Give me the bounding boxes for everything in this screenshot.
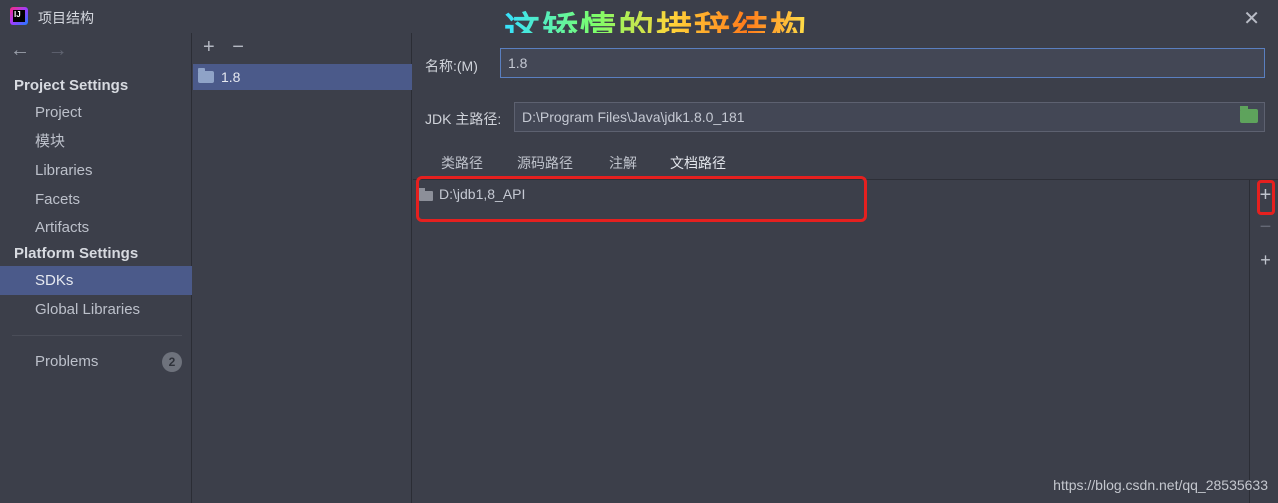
project-settings-header: Project Settings <box>14 77 129 94</box>
add-button-annotation-box <box>1257 180 1275 215</box>
remove-path-button[interactable]: − <box>1253 216 1278 239</box>
nav-item-facets[interactable]: Facets <box>0 185 192 214</box>
folder-browse-icon[interactable] <box>1240 106 1258 123</box>
add-sdk-button[interactable]: + <box>203 36 215 58</box>
add-url-button[interactable]: + <box>1253 250 1278 271</box>
sdk-detail-panel: 名称:(M) 1.8 JDK 主路径: D:\Program Files\Jav… <box>413 33 1278 503</box>
sdk-folder-icon <box>198 68 214 83</box>
nav-item-global-libraries[interactable]: Global Libraries <box>0 295 192 324</box>
jdk-home-path-text: D:\Program Files\Java\jdk1.8.0_181 <box>522 109 745 125</box>
problems-count-badge: 2 <box>162 352 182 372</box>
nav-item-modules[interactable]: 模块 <box>0 127 192 156</box>
doc-paths-list[interactable]: D:\jdb1,8_API <box>413 180 1250 503</box>
history-nav: ← → <box>10 39 80 62</box>
settings-nav-panel: ← → Project Settings Project 模块 Librarie… <box>0 33 192 503</box>
jdk-home-label: JDK 主路径: <box>425 111 502 127</box>
problems-label: Problems <box>35 353 99 370</box>
source-watermark: https://blog.csdn.net/qq_28535633 <box>1053 477 1268 493</box>
tab-sourcepath[interactable]: 源码路径 <box>517 151 573 179</box>
intellij-logo-icon: IJ <box>10 7 28 25</box>
nav-item-libraries[interactable]: Libraries <box>0 156 192 185</box>
back-arrow-icon[interactable]: ← <box>10 39 30 61</box>
title-bar: IJ 项目结构 这矫情的措辞结构 ✕ <box>0 0 1278 50</box>
nav-item-artifacts[interactable]: Artifacts <box>0 213 192 242</box>
platform-settings-header: Platform Settings <box>14 245 139 262</box>
sdk-list-panel: + − 1.8 <box>193 33 412 503</box>
tab-classpath[interactable]: 类路径 <box>441 151 483 179</box>
highlight-annotation-box <box>416 176 867 222</box>
forward-arrow-icon[interactable]: → <box>48 39 68 61</box>
window-title: 项目结构 <box>38 10 94 26</box>
tab-documentation-paths[interactable]: 文档路径 <box>670 151 726 179</box>
nav-item-problems[interactable]: Problems 2 <box>0 347 192 376</box>
name-label: 名称:(M) <box>425 58 478 74</box>
sdk-item-label: 1.8 <box>221 69 241 85</box>
nav-divider <box>12 335 182 336</box>
nav-item-sdks[interactable]: SDKs <box>0 266 192 295</box>
sdk-list-item[interactable]: 1.8 <box>193 64 412 90</box>
nav-item-project[interactable]: Project <box>0 98 192 127</box>
jdk-home-path-field[interactable]: D:\Program Files\Java\jdk1.8.0_181 <box>514 102 1265 132</box>
remove-sdk-button[interactable]: − <box>232 36 244 58</box>
sdk-list-toolbar: + − <box>203 36 256 59</box>
close-button[interactable]: ✕ <box>1243 6 1260 31</box>
name-field[interactable]: 1.8 <box>500 48 1265 78</box>
tab-annotations[interactable]: 注解 <box>609 151 637 179</box>
